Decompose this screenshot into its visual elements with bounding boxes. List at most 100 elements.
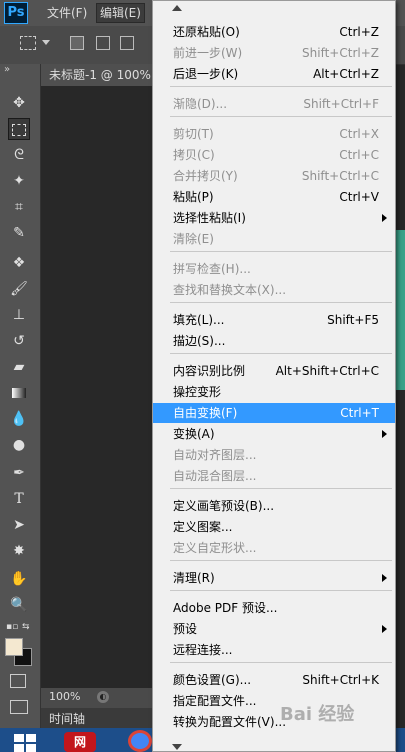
panel-strip [396, 230, 405, 390]
menu-item[interactable]: Adobe PDF 预设... [153, 598, 395, 618]
chevron-down-icon[interactable] [42, 40, 50, 45]
menu-item[interactable]: 定义图案... [153, 517, 395, 537]
menu-item: 前进一步(W) Shift+Ctrl+Z [153, 43, 395, 63]
collapse-arrows-icon[interactable]: » [4, 64, 10, 75]
menu-item-label: 描边(S)... [173, 334, 226, 348]
menu-item-label: 渐隐(D)... [173, 97, 228, 111]
add-selection-icon[interactable] [96, 36, 110, 50]
brush-icon[interactable]: 🖌 [8, 278, 30, 300]
menu-separator [170, 488, 392, 489]
marquee-preset-icon[interactable] [20, 36, 36, 50]
dodge-icon[interactable]: ● [8, 434, 30, 456]
menu-item[interactable]: 粘贴(P) Ctrl+V [153, 187, 395, 207]
history-brush-icon[interactable]: ↺ [8, 330, 30, 352]
path-selection-icon[interactable]: ➤ [8, 514, 30, 536]
menu-item-label: 后退一步(K) [173, 67, 239, 81]
menu-item-label: 清除(E) [173, 232, 214, 246]
blur-icon[interactable]: 💧 [8, 408, 30, 430]
menu-item-shortcut: Shift+F5 [327, 313, 379, 327]
timeline-tab[interactable]: 时间轴 [49, 710, 85, 727]
lasso-icon[interactable]: ᘓ [8, 144, 30, 166]
menu-item-label: 预设 [173, 622, 198, 636]
foreground-color-swatch[interactable] [5, 638, 23, 656]
menu-item[interactable]: 远程连接... [153, 640, 395, 660]
scroll-down-arrow-icon[interactable] [172, 744, 182, 750]
pen-icon[interactable]: ✒ [8, 462, 30, 484]
zoom-icon[interactable]: 🔍 [8, 594, 30, 616]
menu-item-label: 选择性粘贴(I) [173, 211, 246, 225]
menu-item-label: 粘贴(P) [173, 190, 214, 204]
menu-item-label: 还原粘贴(O) [173, 25, 240, 39]
document-tab[interactable]: 未标题-1 @ 100% [41, 64, 153, 86]
spot-healing-icon[interactable]: ❖ [8, 252, 30, 274]
netease-music-icon[interactable]: 网 [64, 732, 96, 752]
hand-icon[interactable]: ✋ [8, 568, 30, 590]
menu-item-shortcut: Shift+Ctrl+C [301, 169, 379, 183]
menu-item: 清除(E) [153, 229, 395, 249]
swap-colors-icon[interactable]: ⇆ [22, 622, 30, 632]
menu-separator [170, 590, 392, 591]
menu-item-shortcut: Ctrl+Z [339, 25, 379, 39]
menu-item[interactable]: 填充(L)... Shift+F5 [153, 310, 395, 330]
submenu-arrow-icon [382, 574, 387, 582]
menu-item-label: 定义图案... [173, 520, 233, 534]
menu-item-label: 自动混合图层... [173, 469, 257, 483]
scroll-up-arrow-icon[interactable] [172, 5, 182, 11]
new-selection-icon[interactable] [70, 36, 84, 50]
menu-item-shortcut: Alt+Shift+Ctrl+C [275, 364, 379, 378]
menu-item-shortcut: Shift+Ctrl+Z [302, 46, 379, 60]
type-icon[interactable]: T [8, 488, 30, 510]
menu-separator [170, 251, 392, 252]
menu-item-shortcut: Ctrl+C [339, 148, 379, 162]
menu-item[interactable]: 描边(S)... [153, 331, 395, 351]
menu-item[interactable]: 预设 [153, 619, 395, 639]
submenu-arrow-icon [382, 625, 387, 633]
menu-item-label: 操控变形 [173, 385, 222, 399]
menu-item[interactable]: 选择性粘贴(I) [153, 208, 395, 228]
menu-item[interactable]: 定义画笔预设(B)... [153, 496, 395, 516]
menu-item-label: 清理(R) [173, 571, 215, 585]
submenu-arrow-icon [382, 430, 387, 438]
quick-mask-icon[interactable] [10, 674, 26, 688]
zoom-level[interactable]: 100% [49, 690, 80, 703]
eraser-icon[interactable]: ▰ [8, 356, 30, 378]
screen-mode-icon[interactable] [10, 700, 28, 714]
eyedropper-icon[interactable]: ✎ [8, 222, 30, 244]
menu-item[interactable]: 颜色设置(G)... Shift+Ctrl+K [153, 670, 395, 690]
menu-item: 剪切(T) Ctrl+X [153, 124, 395, 144]
menu-item-label: 定义自定形状... [173, 541, 257, 555]
magic-wand-icon[interactable]: ✦ [8, 170, 30, 192]
default-colors-icon[interactable]: ▪▫ [6, 622, 18, 632]
menu-item-shortcut: Ctrl+V [339, 190, 379, 204]
menu-item-shortcut: Alt+Ctrl+Z [313, 67, 379, 81]
clone-stamp-icon[interactable]: ⊥ [8, 304, 30, 326]
menu-item: 自动对齐图层... [153, 445, 395, 465]
menu-item-label: 查找和替换文本(X)... [173, 283, 287, 297]
menu-item: 拼写检查(H)... [153, 259, 395, 279]
menu-item[interactable]: 内容识别比例 Alt+Shift+Ctrl+C [153, 361, 395, 381]
menu-item-shortcut: Shift+Ctrl+K [302, 673, 379, 687]
menu-item[interactable]: 清理(R) [153, 568, 395, 588]
windows-start-icon[interactable] [14, 734, 36, 752]
status-info-icon[interactable]: ◐ [97, 691, 109, 703]
move-icon[interactable]: ✥ [8, 92, 30, 114]
menu-item-label: 自动对齐图层... [173, 448, 257, 462]
menu-file[interactable]: 文件(F) [44, 4, 90, 22]
custom-shape-icon[interactable]: ✸ [8, 540, 30, 562]
menu-item[interactable]: 自由变换(F) Ctrl+T [153, 403, 395, 423]
menu-item[interactable]: 后退一步(K) Alt+Ctrl+Z [153, 64, 395, 84]
crop-icon[interactable]: ⌗ [8, 196, 30, 218]
menu-item[interactable]: 还原粘贴(O) Ctrl+Z [153, 22, 395, 42]
menu-edit[interactable]: 编辑(E) [96, 3, 145, 23]
gradient-icon[interactable] [8, 382, 30, 404]
menu-item-label: 合并拷贝(Y) [173, 169, 238, 183]
menu-item[interactable]: 操控变形 [153, 382, 395, 402]
chrome-icon[interactable] [128, 730, 152, 752]
watermark: Bai 经验 [280, 704, 355, 725]
subtract-selection-icon[interactable] [120, 36, 134, 50]
menu-separator [170, 302, 392, 303]
menu-separator [170, 86, 392, 87]
menu-item[interactable]: 变换(A) [153, 424, 395, 444]
rectangular-marquee-icon[interactable] [8, 118, 30, 140]
menu-item-label: 颜色设置(G)... [173, 673, 252, 687]
